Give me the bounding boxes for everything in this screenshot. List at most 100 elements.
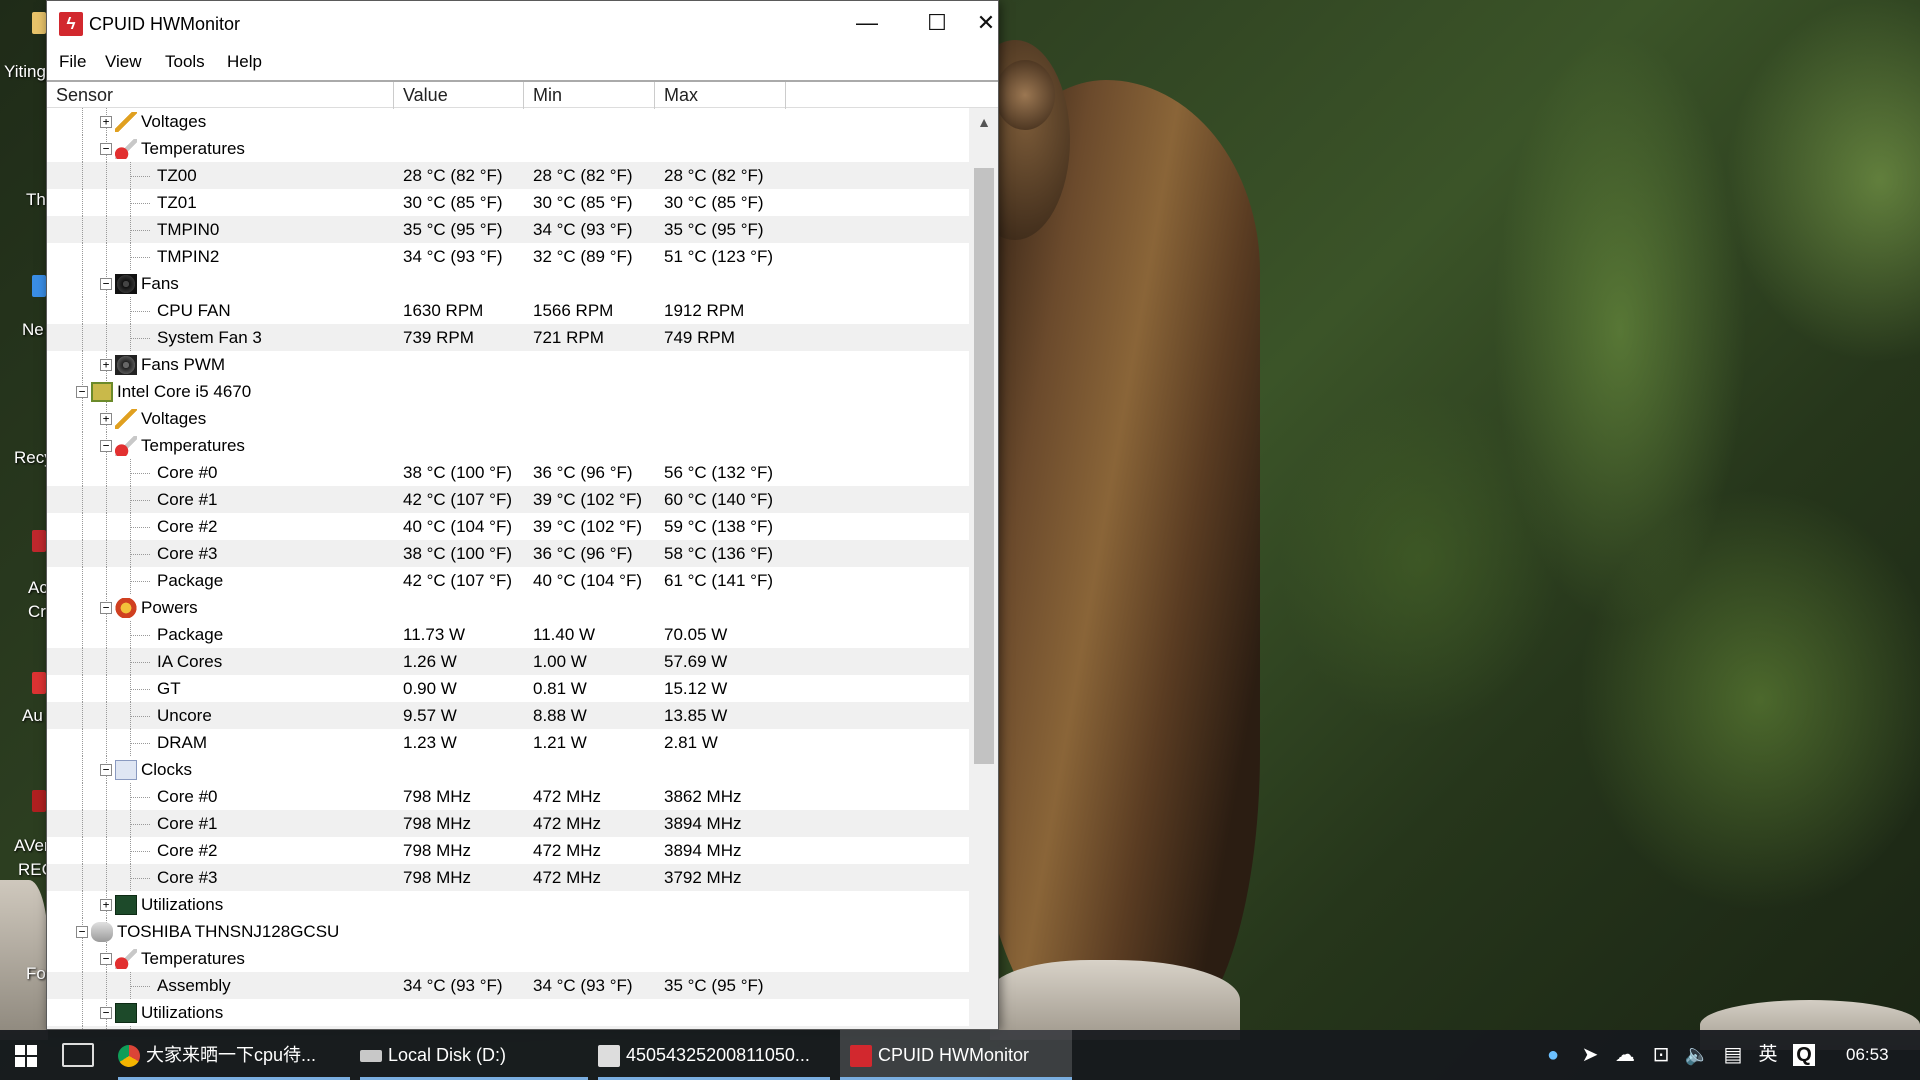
collapse-minus-icon[interactable]: − xyxy=(100,764,112,776)
collapse-minus-icon[interactable]: − xyxy=(76,386,88,398)
sensor-row[interactable]: Core #1 798 MHz 472 MHz 3894 MHz xyxy=(47,810,969,837)
sensor-max: 15.12 W xyxy=(664,679,728,698)
desktop-icon-label[interactable]: Ac xyxy=(28,578,48,598)
acrobat-icon[interactable] xyxy=(32,530,46,552)
ime-indicator[interactable]: 英 xyxy=(1755,1043,1781,1067)
network-icon[interactable] xyxy=(32,275,46,297)
sensor-row[interactable]: TZ00 28 °C (82 °F) 28 °C (82 °F) 28 °C (82 … xyxy=(47,162,969,189)
taskbar-app-explorer[interactable]: Local Disk (D:) xyxy=(360,1030,588,1080)
start-button[interactable] xyxy=(0,1030,52,1080)
collapse-minus-icon[interactable]: − xyxy=(100,440,112,452)
menu-tools[interactable]: Tools xyxy=(165,52,205,72)
sensor-row[interactable]: Package 11.73 W 11.40 W 70.05 W xyxy=(47,621,969,648)
volume-icon[interactable]: 🔈 xyxy=(1684,1043,1710,1067)
close-button[interactable]: ✕ xyxy=(972,1,998,47)
sensor-row[interactable]: Core #2 798 MHz 472 MHz 3894 MHz xyxy=(47,837,969,864)
desktop-icon-label[interactable]: Th xyxy=(26,190,46,210)
qq-browser-icon[interactable]: ● xyxy=(1540,1043,1566,1067)
desktop-icon-label[interactable]: Fo xyxy=(26,964,46,984)
column-max[interactable]: Max xyxy=(655,82,786,109)
tree-connector-line xyxy=(82,999,83,1026)
menu-help[interactable]: Help xyxy=(227,52,262,72)
task-view-icon[interactable] xyxy=(62,1043,94,1067)
tree-connector-line xyxy=(130,689,150,690)
taskbar-app-hwmonitor[interactable]: CPUID HWMonitor xyxy=(840,1030,1072,1080)
collapse-minus-icon[interactable]: − xyxy=(76,926,88,938)
minimize-button[interactable]: — xyxy=(832,1,902,47)
sensor-group-row[interactable]: + Utilizations xyxy=(47,891,969,918)
taskbar-clock[interactable]: 06:53 xyxy=(1846,1030,1889,1080)
title-bar[interactable]: ϟ CPUID HWMonitor — ☐ ✕ xyxy=(47,1,998,47)
onedrive-icon[interactable]: ☁ xyxy=(1612,1043,1638,1067)
expand-plus-icon[interactable]: + xyxy=(100,116,112,128)
app-shortcut-icon[interactable] xyxy=(32,672,46,694)
device-row[interactable]: − TOSHIBA THNSNJ128GCSU xyxy=(47,918,969,945)
sensor-row[interactable]: Core #3 38 °C (100 °F) 36 °C (96 °F) 58 °C … xyxy=(47,540,969,567)
sensor-tree[interactable]: + Voltages − Temperatures TZ00 28 °C (82 °F) 2… xyxy=(47,108,969,1029)
sensor-row[interactable]: System Fan 3 739 RPM 721 RPM 749 RPM xyxy=(47,324,969,351)
desktop-icon-label[interactable]: Ne xyxy=(22,320,44,340)
recorder-icon[interactable] xyxy=(32,790,46,812)
sensor-row[interactable]: TZ01 30 °C (85 °F) 30 °C (85 °F) 30 °C (85 … xyxy=(47,189,969,216)
expand-plus-icon[interactable]: + xyxy=(100,359,112,371)
sensor-group-row[interactable]: + Voltages xyxy=(47,108,969,135)
sensor-group-row[interactable]: + Voltages xyxy=(47,405,969,432)
sensor-group-row[interactable]: − Temperatures xyxy=(47,135,969,162)
taskbar-app-chrome[interactable]: 大家来晒一下cpu待... xyxy=(118,1030,350,1080)
sensor-row[interactable]: GT 0.90 W 0.81 W 15.12 W xyxy=(47,675,969,702)
sensor-group-row[interactable]: − Temperatures xyxy=(47,432,969,459)
sensor-group-row[interactable]: − Clocks xyxy=(47,756,969,783)
sensor-row[interactable]: Core #0 798 MHz 472 MHz 3862 MHz xyxy=(47,783,969,810)
search-q-icon[interactable]: Q xyxy=(1793,1044,1815,1066)
sensor-group-row[interactable]: − Temperatures xyxy=(47,945,969,972)
sensor-row[interactable]: IA Cores 1.26 W 1.00 W 57.69 W xyxy=(47,648,969,675)
expand-plus-icon[interactable]: + xyxy=(100,899,112,911)
desktop-icon-label[interactable]: AVer xyxy=(14,836,50,856)
desktop-icon-label[interactable]: Au xyxy=(22,706,43,726)
sensor-value: 35 °C (95 °F) xyxy=(403,220,503,239)
desktop-icon-label[interactable]: Yiting xyxy=(4,62,46,82)
sensor-row[interactable]: TMPIN2 34 °C (93 °F) 32 °C (89 °F) 51 °C (1… xyxy=(47,243,969,270)
column-value[interactable]: Value xyxy=(394,82,524,109)
sensor-row[interactable]: CPU FAN 1630 RPM 1566 RPM 1912 RPM xyxy=(47,297,969,324)
sensor-row[interactable]: Core #0 38 °C (100 °F) 36 °C (96 °F) 56 °C … xyxy=(47,459,969,486)
sensor-row[interactable]: Package 42 °C (107 °F) 40 °C (104 °F) 61 °C… xyxy=(47,567,969,594)
menu-view[interactable]: View xyxy=(105,52,142,72)
menu-file[interactable]: File xyxy=(59,52,86,72)
folder-icon[interactable] xyxy=(32,12,46,34)
telegram-icon[interactable]: ➤ xyxy=(1577,1043,1603,1067)
collapse-minus-icon[interactable]: − xyxy=(100,602,112,614)
sensor-group-row[interactable]: − Powers xyxy=(47,594,969,621)
sensor-row[interactable]: DRAM 1.23 W 1.21 W 2.81 W xyxy=(47,729,969,756)
tree-connector-line xyxy=(130,648,131,675)
desktop-icon-label[interactable]: Cr xyxy=(28,602,46,622)
sensor-group-row[interactable]: − Fans xyxy=(47,270,969,297)
vertical-scrollbar[interactable]: ▲ xyxy=(969,108,998,1029)
collapse-minus-icon[interactable]: − xyxy=(100,953,112,965)
sensor-row[interactable]: Assembly 34 °C (93 °F) 34 °C (93 °F) 35 °C … xyxy=(47,972,969,999)
expand-plus-icon[interactable]: + xyxy=(100,413,112,425)
sensor-name: Temperatures xyxy=(141,139,245,158)
sensor-group-row[interactable]: − Utilizations xyxy=(47,999,969,1026)
sensor-row[interactable]: Core #1 42 °C (107 °F) 39 °C (102 °F) 60 °C… xyxy=(47,486,969,513)
action-center-icon[interactable]: ▤ xyxy=(1720,1043,1746,1067)
sensor-row[interactable]: TMPIN0 35 °C (95 °F) 34 °C (93 °F) 35 °C (9… xyxy=(47,216,969,243)
menu-bar: File View Tools Help xyxy=(47,47,998,77)
device-row[interactable]: − Intel Core i5 4670 xyxy=(47,378,969,405)
sensor-row[interactable]: Core #3 798 MHz 472 MHz 3792 MHz xyxy=(47,864,969,891)
taskbar-app-image-viewer[interactable]: 45054325200811050... xyxy=(598,1030,830,1080)
network-icon[interactable]: ⊡ xyxy=(1648,1043,1674,1067)
column-min[interactable]: Min xyxy=(524,82,655,109)
column-sensor[interactable]: Sensor xyxy=(47,82,394,109)
collapse-minus-icon[interactable]: − xyxy=(100,278,112,290)
tree-connector-line xyxy=(130,635,150,636)
sensor-row[interactable]: Core #2 40 °C (104 °F) 39 °C (102 °F) 59 °C… xyxy=(47,513,969,540)
hwmonitor-window[interactable]: ϟ CPUID HWMonitor — ☐ ✕ File View Tools … xyxy=(46,0,999,1030)
maximize-button[interactable]: ☐ xyxy=(902,1,972,47)
sensor-group-row[interactable]: + Fans PWM xyxy=(47,351,969,378)
sensor-row[interactable]: Uncore 9.57 W 8.88 W 13.85 W xyxy=(47,702,969,729)
collapse-minus-icon[interactable]: − xyxy=(100,143,112,155)
scroll-thumb[interactable] xyxy=(974,168,994,764)
collapse-minus-icon[interactable]: − xyxy=(100,1007,112,1019)
scroll-up-arrow-icon[interactable]: ▲ xyxy=(969,108,998,136)
